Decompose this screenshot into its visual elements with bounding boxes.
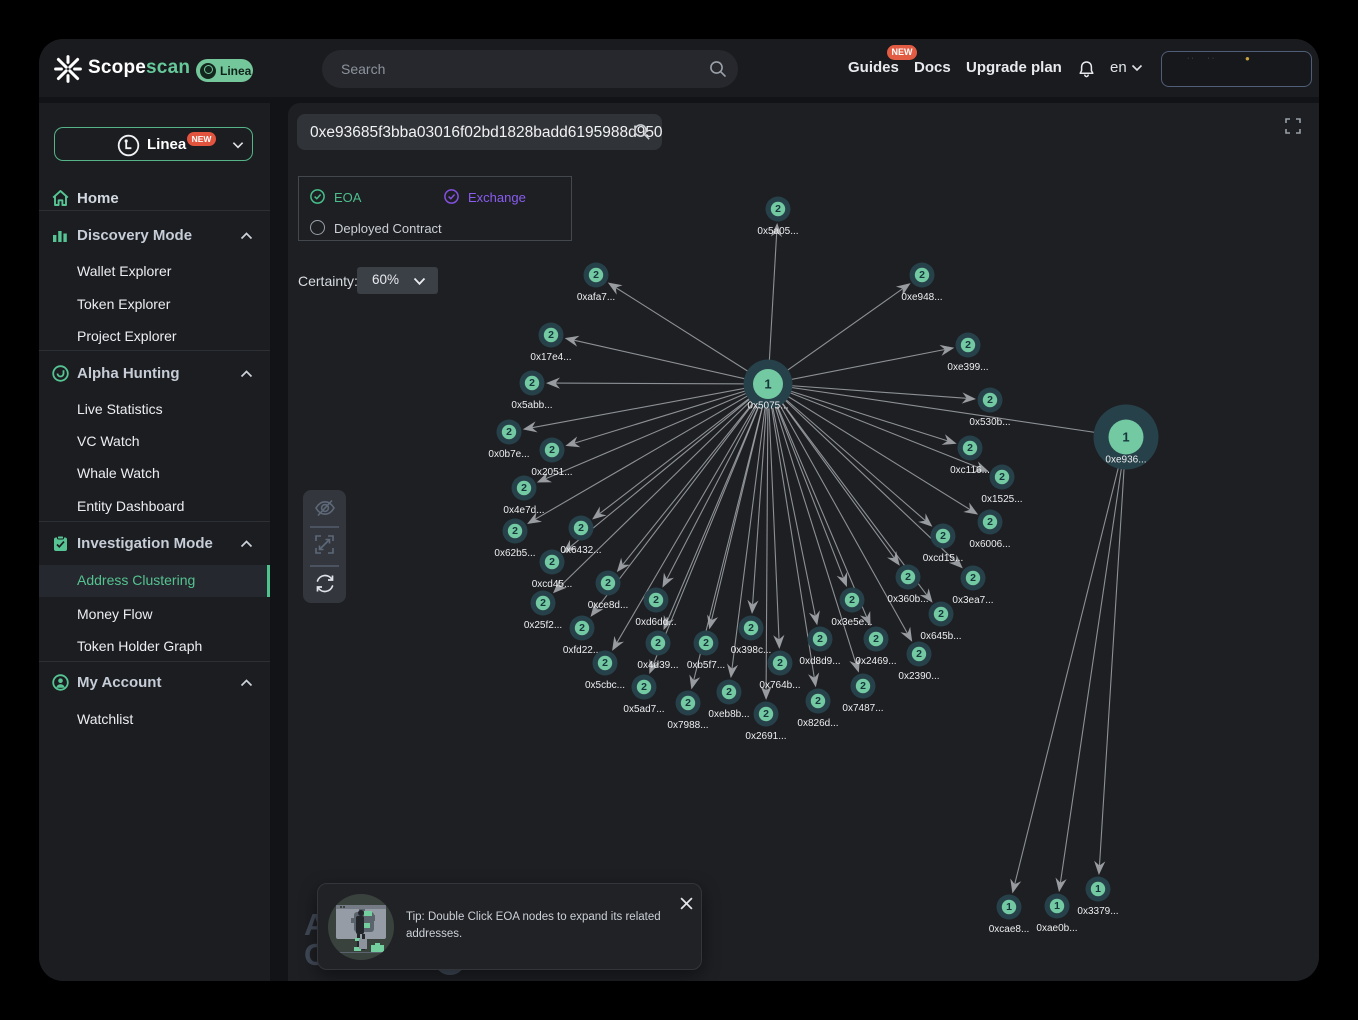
svg-text:0xfd22...: 0xfd22... [563, 645, 601, 656]
svg-text:2: 2 [919, 269, 925, 281]
svg-text:2: 2 [653, 594, 659, 606]
svg-text:2: 2 [540, 597, 546, 609]
svg-text:2: 2 [748, 622, 754, 634]
svg-text:0x2390...: 0x2390... [898, 671, 939, 682]
svg-text:2: 2 [860, 680, 866, 692]
svg-text:0x5abb...: 0x5abb... [511, 400, 552, 411]
svg-text:2: 2 [655, 637, 661, 649]
svg-text:0x4e7d...: 0x4e7d... [503, 505, 544, 516]
svg-text:0x5ad7...: 0x5ad7... [623, 704, 664, 715]
svg-text:2: 2 [999, 471, 1005, 483]
svg-text:0x398c...: 0x398c... [731, 645, 772, 656]
svg-text:0xcd45...: 0xcd45... [532, 579, 573, 590]
svg-text:0xce8d...: 0xce8d... [588, 600, 629, 611]
svg-text:2: 2 [703, 637, 709, 649]
svg-text:2: 2 [775, 203, 781, 215]
svg-text:2: 2 [965, 339, 971, 351]
svg-text:2: 2 [641, 681, 647, 693]
svg-text:0x7487...: 0x7487... [842, 703, 883, 714]
svg-text:2: 2 [763, 708, 769, 720]
svg-text:0x2691...: 0x2691... [745, 731, 786, 742]
svg-text:0xe936...: 0xe936... [1105, 455, 1146, 466]
svg-text:0x2051...: 0x2051... [531, 467, 572, 478]
svg-text:0x3e5e...: 0x3e5e... [831, 617, 872, 628]
svg-text:0xc116...: 0xc116... [950, 465, 990, 476]
svg-text:2: 2 [817, 633, 823, 645]
svg-text:0xe948...: 0xe948... [901, 292, 942, 303]
svg-text:0x645b...: 0x645b... [920, 631, 961, 642]
svg-text:0x25f2...: 0x25f2... [524, 620, 562, 631]
svg-text:0x826d...: 0x826d... [797, 718, 838, 729]
svg-text:0x1525...: 0x1525... [981, 494, 1022, 505]
svg-text:1: 1 [1095, 883, 1101, 895]
svg-text:0xd8d9...: 0xd8d9... [799, 656, 840, 667]
svg-text:2: 2 [506, 426, 512, 438]
svg-text:0x4d39...: 0x4d39... [637, 660, 678, 671]
svg-text:0x3ea7...: 0x3ea7... [952, 595, 993, 606]
svg-text:0x764b...: 0x764b... [759, 680, 800, 691]
svg-text:0x7988...: 0x7988... [667, 720, 708, 731]
svg-text:2: 2 [578, 522, 584, 534]
svg-text:0x6006...: 0x6006... [969, 539, 1010, 550]
svg-text:0x5a05...: 0x5a05... [757, 226, 798, 237]
svg-text:2: 2 [579, 622, 585, 634]
svg-text:2: 2 [938, 608, 944, 620]
svg-text:1: 1 [1122, 430, 1129, 445]
svg-text:2: 2 [521, 482, 527, 494]
svg-text:2: 2 [777, 657, 783, 669]
svg-text:0x530b...: 0x530b... [969, 417, 1010, 428]
svg-text:1: 1 [1006, 901, 1012, 913]
svg-text:0xe399...: 0xe399... [947, 362, 988, 373]
svg-text:1: 1 [1054, 900, 1060, 912]
svg-text:0xb5f7...: 0xb5f7... [687, 660, 725, 671]
svg-text:2: 2 [549, 444, 555, 456]
svg-text:0xcd15...: 0xcd15... [923, 553, 964, 564]
svg-text:0x360b...: 0x360b... [887, 594, 928, 605]
svg-text:2: 2 [602, 657, 608, 669]
svg-text:2: 2 [529, 377, 535, 389]
svg-text:2: 2 [815, 695, 821, 707]
svg-text:0x0b7e...: 0x0b7e... [488, 449, 529, 460]
svg-text:0xeb8b...: 0xeb8b... [708, 709, 749, 720]
svg-text:0x17e4...: 0x17e4... [530, 352, 571, 363]
svg-text:0x62b5...: 0x62b5... [494, 548, 535, 559]
svg-text:0xcae8...: 0xcae8... [989, 924, 1030, 935]
svg-text:2: 2 [512, 525, 518, 537]
svg-text:2: 2 [593, 269, 599, 281]
svg-text:0x3379...: 0x3379... [1077, 906, 1118, 917]
svg-text:2: 2 [726, 686, 732, 698]
svg-text:0xafa7...: 0xafa7... [577, 292, 615, 303]
svg-text:2: 2 [967, 442, 973, 454]
svg-text:2: 2 [548, 329, 554, 341]
svg-text:2: 2 [685, 697, 691, 709]
svg-text:2: 2 [987, 394, 993, 406]
svg-text:0x6432...: 0x6432... [560, 545, 601, 556]
svg-text:2: 2 [605, 577, 611, 589]
svg-text:2: 2 [849, 594, 855, 606]
svg-text:2: 2 [970, 572, 976, 584]
svg-text:2: 2 [940, 530, 946, 542]
svg-text:2: 2 [987, 516, 993, 528]
svg-text:0xae0b...: 0xae0b... [1036, 923, 1077, 934]
svg-text:1: 1 [764, 377, 771, 392]
svg-text:0x5075...: 0x5075... [747, 401, 788, 412]
svg-text:2: 2 [916, 648, 922, 660]
svg-text:2: 2 [549, 556, 555, 568]
svg-text:2: 2 [905, 571, 911, 583]
svg-text:2: 2 [873, 633, 879, 645]
svg-text:0x2469...: 0x2469... [855, 656, 896, 667]
svg-text:0xd6dd...: 0xd6dd... [635, 617, 676, 628]
svg-text:0x5cbc...: 0x5cbc... [585, 680, 625, 691]
